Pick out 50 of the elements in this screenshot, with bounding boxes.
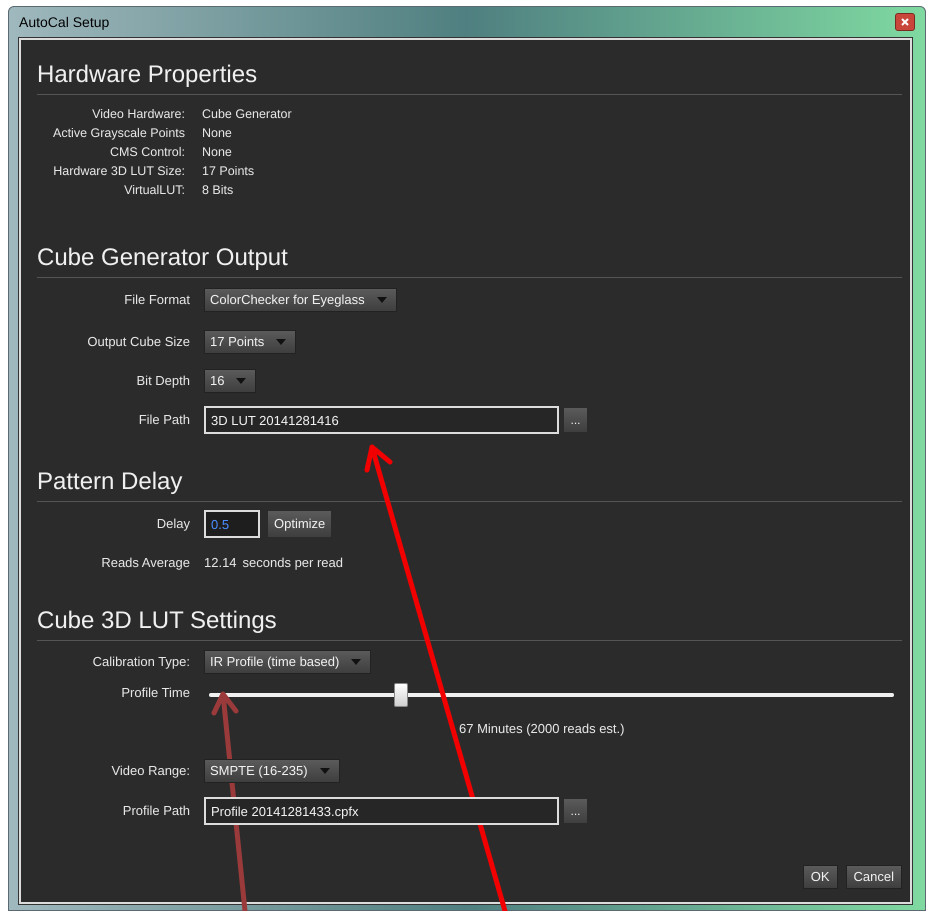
field-label: Profile Time	[120, 684, 190, 702]
optimize-button[interactable]: Optimize	[268, 511, 332, 537]
property-value: 17 Points	[202, 163, 256, 180]
property-value: 8 Bits	[202, 182, 234, 199]
property-label: Hardware 3D LUT Size:	[52, 163, 185, 180]
ok-button[interactable]: OK	[802, 865, 838, 889]
property-label: CMS Control:	[108, 144, 185, 161]
caret-icon	[236, 378, 246, 384]
property-value: None	[202, 125, 233, 142]
caret-icon	[376, 297, 387, 303]
unit-label: seconds per read	[242, 554, 343, 572]
caret-icon	[276, 339, 286, 345]
dropdown[interactable]: 17 Points	[204, 330, 296, 354]
field-label: File Format	[123, 291, 190, 310]
slider-reading: 67 Minutes (2000 reads est.)	[459, 721, 624, 736]
browse-button[interactable]: ...	[564, 799, 587, 823]
property-value: None	[202, 144, 233, 161]
field-label: File Path	[138, 411, 190, 430]
property-label: VirtualLUT:	[123, 182, 185, 199]
slider-thumb[interactable]	[394, 683, 408, 707]
field-label: Video Range:	[110, 762, 190, 780]
field-label: Output Cube Size	[86, 333, 190, 352]
dropdown[interactable]: SMPTE (16-235)	[204, 759, 340, 783]
field-label: Delay	[156, 515, 190, 534]
property-value: Cube Generator	[202, 106, 293, 123]
field-label: Profile Path	[122, 802, 190, 820]
slider[interactable]	[209, 683, 894, 707]
path-field[interactable]: Profile 20141281433.cpfx	[204, 797, 559, 825]
field-label: Calibration Type:	[92, 653, 190, 672]
reading-value: 12.14	[204, 554, 237, 572]
dropdown[interactable]: IR Profile (time based)	[204, 650, 372, 674]
property-label: Video Hardware:	[91, 106, 185, 123]
delay-field[interactable]: 0.5	[204, 510, 260, 538]
section-heading: Hardware Properties	[37, 60, 258, 90]
path-field[interactable]: 3D LUT 20141281416	[204, 406, 559, 434]
browse-button[interactable]: ...	[564, 408, 587, 432]
field-label: Bit Depth	[136, 372, 190, 390]
close-button[interactable]	[895, 13, 915, 31]
dropdown[interactable]: ColorChecker for Eyeglass	[204, 288, 397, 312]
window-title: AutoCal Setup	[19, 12, 110, 32]
section-heading: Cube Generator Output	[37, 243, 289, 273]
caret-icon	[351, 659, 362, 665]
cancel-button[interactable]: Cancel	[846, 865, 902, 889]
caret-icon	[320, 768, 330, 774]
dropdown[interactable]: 16	[204, 369, 256, 393]
field-label: Reads Average	[100, 554, 190, 572]
close-icon	[901, 18, 909, 26]
section-heading: Pattern Delay	[37, 467, 184, 497]
section-heading: Cube 3D LUT Settings	[37, 606, 278, 636]
property-label: Active Grayscale Points	[52, 125, 185, 142]
